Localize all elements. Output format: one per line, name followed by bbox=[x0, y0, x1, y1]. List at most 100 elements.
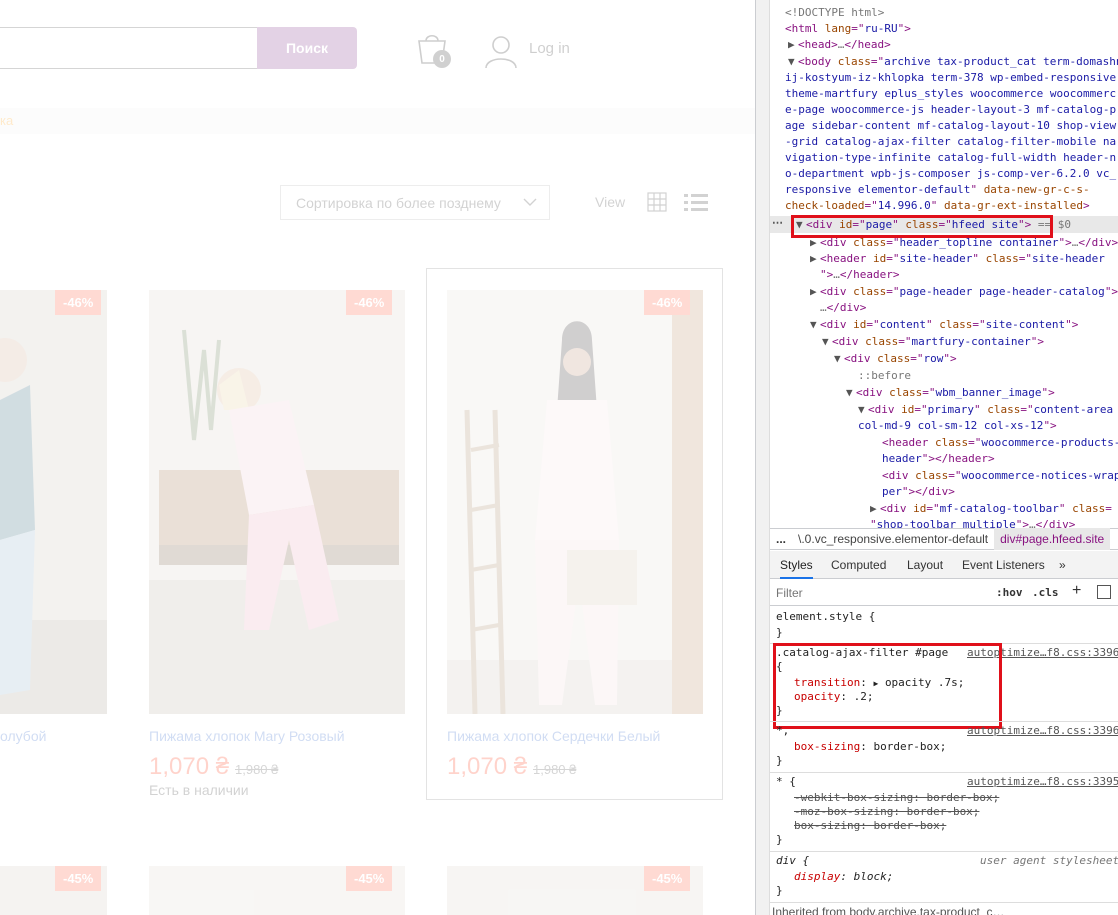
product-price: 1,070 ₴ bbox=[149, 753, 230, 780]
devtools-left-gutter bbox=[756, 0, 770, 915]
cart-count-badge: 0 bbox=[433, 50, 451, 68]
catalog-toolbar-node[interactable]: ▶ <div id="mf-catalog-toolbar" class= bbox=[870, 501, 1112, 517]
product-old-price: 1,980 ₴ bbox=[533, 762, 577, 777]
display-declaration: display: block; bbox=[794, 870, 894, 883]
wc-notices-node-cont: per"></div> bbox=[882, 485, 955, 498]
body-node[interactable]: ▼ <body class="archive tax-product_cat te… bbox=[788, 54, 1118, 70]
primary-node[interactable]: ▼ <div id="primary" class="content-area bbox=[858, 402, 1113, 418]
rule-selector[interactable]: *, :before, :after { bbox=[776, 723, 790, 739]
tabs-overflow-chevron-icon[interactable]: » bbox=[1059, 551, 1066, 579]
row-node[interactable]: ▼ <div class="row"> bbox=[834, 351, 957, 367]
hover-state-toggle[interactable]: :hov bbox=[996, 586, 1023, 599]
styles-pane: element.style { } .catalog-ajax-filter #… bbox=[770, 606, 1118, 915]
page-header-node-close: …</div> bbox=[820, 301, 867, 314]
web-page-viewport: Поиск 0 Log in ка Сортировка по более по… bbox=[0, 0, 755, 915]
tab-computed[interactable]: Computed bbox=[831, 551, 886, 579]
page-header-node[interactable]: ▶ <div class="page-header page-header-cat… bbox=[810, 284, 1118, 300]
new-style-rule-button[interactable]: + bbox=[1072, 582, 1081, 600]
discount-badge: -46% bbox=[55, 290, 102, 315]
search-button[interactable]: Поиск bbox=[257, 27, 357, 69]
wc-notices-node[interactable]: <div class="woocommerce-notices-wrap bbox=[882, 468, 1118, 484]
sort-select-value: Сортировка по более позднему bbox=[296, 194, 501, 211]
styles-filter-input[interactable] bbox=[776, 584, 986, 602]
body-class-line: o-department wpb-js-composer js-comp-ver… bbox=[785, 167, 1117, 180]
rule-source-link[interactable]: autoptimize…f8.css:3396 bbox=[967, 723, 1118, 739]
sort-select[interactable]: Сортировка по более позднему bbox=[280, 185, 550, 220]
rule-close: } bbox=[776, 626, 783, 639]
user-icon[interactable] bbox=[484, 35, 518, 69]
body-class-line: -grid catalog-ajax-filter catalog-filter… bbox=[785, 135, 1117, 148]
rule-close: } bbox=[776, 833, 783, 846]
rule-selector[interactable]: div { bbox=[776, 853, 809, 869]
banner-node[interactable]: ▼ <div class="wbm_banner_image"> bbox=[846, 385, 1055, 401]
rule-divider bbox=[770, 851, 1118, 852]
search-input[interactable] bbox=[0, 27, 258, 69]
computed-sidebar-toggle-icon[interactable] bbox=[1097, 585, 1111, 599]
tab-layout[interactable]: Layout bbox=[907, 551, 943, 579]
breadcrumb[interactable]: ка bbox=[0, 113, 13, 128]
discount-badge: -45% bbox=[346, 866, 393, 891]
tab-event-listeners[interactable]: Event Listeners bbox=[962, 551, 1045, 579]
styles-tab-bar: Styles Computed Layout Event Listeners » bbox=[770, 551, 1118, 579]
product-title[interactable]: олубой bbox=[0, 728, 46, 744]
product-image[interactable] bbox=[0, 290, 107, 714]
rule-selector[interactable]: * { bbox=[776, 774, 796, 790]
stock-status: Есть в наличии bbox=[149, 782, 249, 798]
doctype-node[interactable]: <!DOCTYPE html> bbox=[785, 5, 884, 21]
elements-tree[interactable]: <!DOCTYPE html> <html lang="ru-RU"> ▶ <he… bbox=[770, 0, 1118, 528]
breadcrumb-page-div[interactable]: div#page.hfeed.site bbox=[994, 528, 1111, 550]
product-title[interactable]: Пижама хлопок Mary Розовый bbox=[149, 728, 345, 744]
product-title[interactable]: Пижама хлопок Сердечки Белый bbox=[447, 728, 660, 744]
topline-node[interactable]: ▶ <div class="header_topline container">…… bbox=[810, 235, 1118, 251]
catalog-toolbar-node-cont: "shop-toolbar multiple">…</div> bbox=[870, 518, 1076, 528]
html-node[interactable]: <html lang="ru-RU"> bbox=[785, 21, 911, 37]
breadcrumb-bar bbox=[0, 108, 755, 134]
body-class-line: ij-kostyum-iz-khlopka term-378 wp-embed-… bbox=[785, 71, 1117, 84]
site-header-node-close: ">…</header> bbox=[820, 268, 900, 281]
discount-badge: -45% bbox=[644, 866, 691, 891]
chevron-down-icon bbox=[523, 198, 537, 206]
rule-divider bbox=[770, 721, 1118, 722]
breadcrumb-body[interactable]: \.0.vc_responsive.elementor-default bbox=[792, 532, 994, 546]
head-node[interactable]: ▶ <head>…</head> bbox=[788, 37, 891, 53]
box-sizing-declaration[interactable]: box-sizing: border-box; bbox=[794, 739, 946, 755]
inherited-from-label: Inherited from body.archive.tax-product_… bbox=[772, 905, 1005, 915]
martfury-container-node[interactable]: ▼ <div class="martfury-container"> bbox=[822, 334, 1044, 350]
styles-filter-bar: :hov .cls + bbox=[770, 580, 1118, 606]
discount-badge: -46% bbox=[644, 290, 691, 315]
body-class-line: age sidebar-content mf-catalog-layout-10… bbox=[785, 119, 1117, 132]
product-image[interactable] bbox=[149, 290, 405, 714]
rule-close: } bbox=[776, 754, 783, 767]
product-price: 1,070 ₴ bbox=[447, 753, 528, 780]
body-class-line: responsive elementor-default" data-new-g… bbox=[785, 183, 1090, 196]
overridden-declaration[interactable]: box-sizing: border-box; bbox=[794, 818, 946, 834]
login-link[interactable]: Log in bbox=[529, 40, 570, 57]
grid-view-icon[interactable] bbox=[647, 192, 667, 212]
site-header-node[interactable]: ▶ <header id="site-header" class="site-he… bbox=[810, 251, 1105, 267]
rule-divider bbox=[770, 772, 1118, 773]
breadcrumb-ellipsis[interactable]: ... bbox=[770, 532, 792, 546]
rule-close: } bbox=[776, 884, 783, 897]
discount-badge: -46% bbox=[346, 290, 393, 315]
body-attr-line: check-loaded="14.996.0" data-gr-ext-inst… bbox=[785, 199, 1090, 212]
element-style-rule[interactable]: element.style { bbox=[776, 609, 875, 625]
before-pseudo-node[interactable]: ::before bbox=[858, 368, 911, 384]
user-agent-source: user agent stylesheet bbox=[980, 854, 1118, 867]
tab-styles[interactable]: Styles bbox=[780, 551, 813, 579]
wc-products-header-node-cont: header"></header> bbox=[882, 452, 995, 465]
discount-badge: -45% bbox=[55, 866, 102, 891]
class-toggle[interactable]: .cls bbox=[1032, 586, 1059, 599]
product-image[interactable] bbox=[447, 290, 703, 714]
body-class-line: vigation-type-infinite catalog-full-widt… bbox=[785, 151, 1117, 164]
primary-node-cont: col-md-9 col-sm-12 col-xs-12"> bbox=[858, 419, 1057, 432]
product-old-price: 1,980 ₴ bbox=[235, 762, 279, 777]
list-view-icon[interactable] bbox=[684, 192, 708, 212]
page-content-faded: Поиск 0 Log in ка Сортировка по более по… bbox=[0, 0, 755, 915]
rule-source-link[interactable]: autoptimize…f8.css:3395 bbox=[967, 774, 1118, 790]
wc-products-header-node[interactable]: <header class="woocommerce-products- bbox=[882, 435, 1118, 451]
body-class-line: e-page woocommerce-js header-layout-3 mf… bbox=[785, 103, 1117, 116]
node-actions-ellipsis[interactable]: ⋯ bbox=[772, 216, 783, 229]
body-class-line: theme-martfury eplus_styles woocommerce … bbox=[785, 87, 1117, 100]
devtools-panel: <!DOCTYPE html> <html lang="ru-RU"> ▶ <he… bbox=[755, 0, 1118, 915]
content-node[interactable]: ▼ <div id="content" class="site-content"> bbox=[810, 317, 1078, 333]
